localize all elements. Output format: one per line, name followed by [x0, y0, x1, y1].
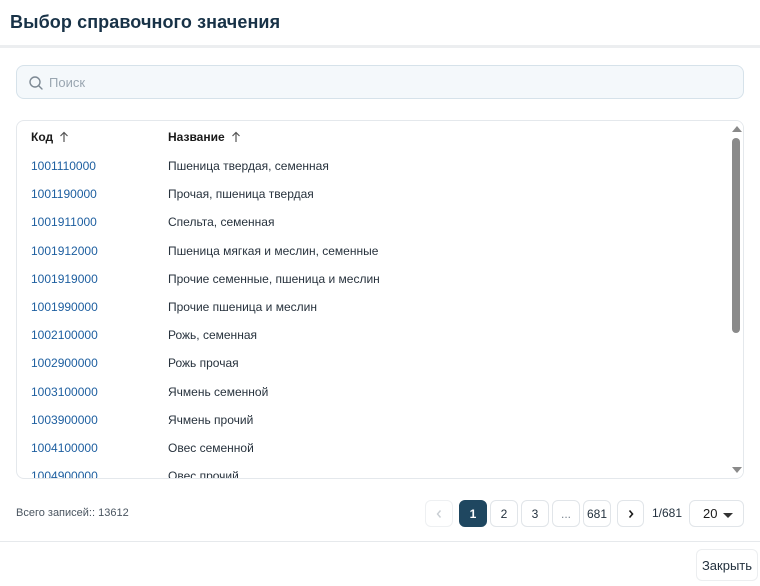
scrollbar-thumb[interactable] [732, 138, 740, 333]
table-row[interactable]: 1003900000 Ячмень прочий [17, 407, 729, 435]
page-button-2[interactable]: 2 [490, 500, 518, 527]
table-row[interactable]: 1004900000 Овес прочий [17, 463, 729, 479]
row-name: Ячмень семенной [168, 384, 269, 399]
search-field[interactable]: Поиск [16, 65, 744, 99]
dialog-header: Выбор справочного значения [0, 0, 760, 48]
row-code: 1001911000 [31, 215, 97, 230]
chevron-right-icon [628, 509, 634, 518]
row-code: 1001190000 [31, 187, 97, 202]
table-row[interactable]: 1001919000 Прочие семенные, пшеница и мес… [17, 266, 729, 294]
row-name: Овес прочий [168, 469, 239, 479]
row-name: Ячмень прочий [168, 412, 254, 427]
scroll-down-icon[interactable] [732, 467, 742, 473]
table-row[interactable]: 1001911000 Спельта, семенная [17, 209, 729, 237]
column-header-label: Код [31, 130, 54, 144]
search-placeholder[interactable]: Поиск [49, 75, 85, 90]
row-name: Прочие семенные, пшеница и меслин [168, 271, 380, 286]
row-code: 1001110000 [31, 159, 96, 173]
prev-page-button[interactable] [425, 500, 453, 527]
page-size-select[interactable]: 20 [689, 500, 744, 527]
row-code: 1002900000 [31, 356, 98, 371]
page-ellipsis-button[interactable]: ... [552, 500, 580, 527]
row-name: Пшеница мягкая и меслин, семенные [168, 243, 379, 258]
table-row[interactable]: 1002100000 Рожь, семенная [17, 322, 729, 350]
column-header-label: Название [168, 130, 225, 144]
caret-down-icon [723, 513, 733, 518]
row-name: Прочие пшеница и меслин [168, 299, 317, 314]
row-name: Рожь прочая [168, 356, 239, 371]
row-code: 1003900000 [31, 412, 98, 427]
dialog-title: Выбор справочного значения [10, 12, 281, 32]
arrow-up-icon [231, 131, 240, 142]
row-name: Прочая, пшеница твердая [168, 187, 314, 202]
search-icon [29, 76, 43, 90]
total-records: Всего записей:: 13612 [16, 507, 129, 519]
page-button-3[interactable]: 3 [521, 500, 549, 527]
next-page-button[interactable] [617, 500, 644, 527]
row-code: 1001990000 [31, 299, 98, 314]
table-row[interactable]: 1002900000 Рожь прочая [17, 350, 729, 378]
table-body: 1001110000 Пшеница твердая, семенная 1001… [17, 153, 729, 479]
row-name: Пшеница твердая, семенная [168, 159, 329, 173]
row-code: 1001919000 [31, 271, 98, 286]
row-code: 1002100000 [31, 328, 98, 343]
row-name: Рожь, семенная [168, 328, 257, 343]
reference-table: Код Название 1001110000 Пшеница твердая, … [16, 120, 744, 479]
page-button-1[interactable]: 1 [459, 500, 487, 527]
table-row[interactable]: 1001912000 Пшеница мягкая и меслин, семен… [17, 238, 729, 266]
chevron-left-icon [436, 509, 442, 518]
page-button-last[interactable]: 681 [583, 500, 611, 527]
footer-divider [0, 541, 760, 542]
row-name: Овес семенной [168, 440, 254, 455]
row-code: 1001912000 [31, 243, 98, 258]
table-row[interactable]: 1001190000 Прочая, пшеница твердая [17, 181, 729, 209]
table-row[interactable]: 1004100000 Овес семенной [17, 435, 729, 463]
column-header-name[interactable]: Название [168, 130, 241, 144]
close-button[interactable]: Закрыть [696, 549, 758, 581]
row-name: Спельта, семенная [168, 215, 275, 230]
page-counter: 1/681 [652, 506, 683, 520]
row-code: 1003100000 [31, 384, 98, 399]
arrow-up-icon [60, 131, 69, 142]
table-row[interactable]: 1001110000 Пшеница твердая, семенная [17, 153, 729, 181]
table-header: Код Название [17, 121, 729, 153]
scroll-up-icon[interactable] [732, 126, 742, 132]
row-code: 1004100000 [31, 440, 98, 455]
column-header-code[interactable]: Код [31, 130, 69, 144]
table-row[interactable]: 1001990000 Прочие пшеница и меслин [17, 294, 729, 322]
vertical-scrollbar[interactable] [729, 121, 743, 478]
table-row[interactable]: 1003100000 Ячмень семенной [17, 379, 729, 407]
page-size-value: 20 [703, 506, 718, 521]
row-code: 1004900000 [31, 469, 98, 479]
